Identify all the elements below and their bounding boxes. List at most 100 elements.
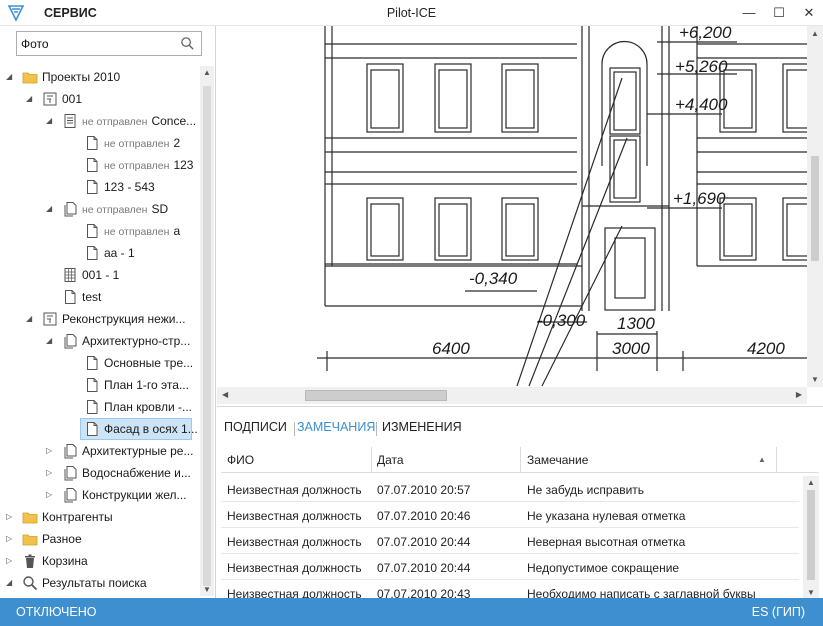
tree-item[interactable]: ◢ Результаты поиска xyxy=(0,572,200,594)
tree-item[interactable]: План кровли -... xyxy=(0,396,200,418)
tab-signatures[interactable]: ПОДПИСИ xyxy=(224,420,287,434)
column-divider[interactable] xyxy=(776,447,777,473)
collapse-arrow-icon[interactable]: ◢ xyxy=(26,94,36,104)
tree-item[interactable]: 001 - 1 xyxy=(0,264,200,286)
tree-item-label: 001 xyxy=(62,92,82,106)
table-row[interactable]: Неизвестная должность 07.07.2010 20:44 Нед… xyxy=(221,554,799,580)
scroll-up-icon[interactable]: ▲ xyxy=(200,68,214,77)
search-input[interactable] xyxy=(21,35,171,53)
tab-changes[interactable]: ИЗМЕНЕНИЯ xyxy=(382,420,462,434)
document-icon xyxy=(87,246,98,260)
project-tree: ◢ Проекты 2010 ◢ 001 ◢ не отправлен Conce... не… xyxy=(0,66,200,596)
tree-item[interactable]: ▷ Архитектурные ре... xyxy=(0,440,200,462)
tab-remarks[interactable]: ЗАМЕЧАНИЯ xyxy=(297,420,375,434)
scroll-down-icon[interactable]: ▼ xyxy=(807,375,823,384)
cell-remark: Не забудь исправить xyxy=(527,483,645,497)
project-icon xyxy=(43,312,57,326)
scrollbar-thumb[interactable] xyxy=(305,390,447,401)
cell-name: Неизвестная должность xyxy=(227,535,362,549)
tree-item[interactable]: ◢ не отправлен SD xyxy=(0,198,200,220)
search-icon[interactable] xyxy=(180,36,195,51)
tree-item-label: Основные тре... xyxy=(104,356,193,370)
collapse-arrow-icon[interactable]: ◢ xyxy=(6,578,16,588)
scroll-down-icon[interactable]: ▼ xyxy=(803,588,819,597)
tree-item-label: не отправлен 2 xyxy=(104,136,180,150)
send-status: не отправлен xyxy=(104,160,170,172)
scrollbar-thumb[interactable] xyxy=(203,86,211,586)
tree-item[interactable]: Основные тре... xyxy=(0,352,200,374)
document-stack-icon xyxy=(64,202,77,217)
tree-item[interactable]: ◢ Архитектурно-стр... xyxy=(0,330,200,352)
close-button[interactable]: ✕ xyxy=(794,0,823,26)
tree-item[interactable]: ▷ Разное xyxy=(0,528,200,550)
expand-arrow-icon[interactable]: ▷ xyxy=(46,490,56,500)
expand-arrow-icon[interactable]: ▷ xyxy=(6,512,16,522)
send-status: не отправлен xyxy=(82,204,148,216)
tree-item[interactable]: ▷ Корзина xyxy=(0,550,200,572)
tree-item[interactable]: ▷ Водоснабжение и... xyxy=(0,462,200,484)
details-panel: ПОДПИСИ ЗАМЕЧАНИЯ ИЗМЕНЕНИЯ ФИО Дата Зам… xyxy=(217,406,823,606)
column-header-date[interactable]: Дата xyxy=(377,453,404,467)
expand-arrow-icon[interactable]: ▷ xyxy=(46,468,56,478)
expand-arrow-icon[interactable]: ▷ xyxy=(6,556,16,566)
tree-item[interactable]: не отправлен 2 xyxy=(0,132,200,154)
sort-ascending-icon[interactable]: ▲ xyxy=(758,455,766,464)
viewer-vertical-scrollbar[interactable]: ▲ ▼ xyxy=(807,26,823,387)
column-divider[interactable] xyxy=(371,447,372,473)
column-header-name[interactable]: ФИО xyxy=(227,453,254,467)
tree-item[interactable]: Фасад в осях 1... xyxy=(0,418,200,440)
cell-remark: Не указана нулевая отметка xyxy=(527,509,686,523)
tree-item-text: 001 xyxy=(62,92,83,106)
expand-arrow-icon[interactable]: ▷ xyxy=(6,534,16,544)
tree-item[interactable]: 123 - 543 xyxy=(0,176,200,198)
tree-item-text: Разное xyxy=(42,532,82,546)
scroll-right-icon[interactable]: ▶ xyxy=(796,390,802,399)
scroll-up-icon[interactable]: ▲ xyxy=(807,29,823,38)
tree-item-text: Корзина xyxy=(42,554,88,568)
viewer-horizontal-scrollbar[interactable]: ◀ ▶ xyxy=(217,387,807,404)
scroll-left-icon[interactable]: ◀ xyxy=(222,390,228,399)
scroll-down-icon[interactable]: ▼ xyxy=(200,585,214,594)
tree-item[interactable]: test xyxy=(0,286,200,308)
collapse-arrow-icon[interactable]: ◢ xyxy=(46,204,56,214)
user-role[interactable]: ES (ГИП) xyxy=(752,605,805,619)
tree-item-label: не отправлен SD xyxy=(82,202,168,216)
tree-item[interactable]: аа - 1 xyxy=(0,242,200,264)
tree-item-text: План кровли -... xyxy=(104,400,192,414)
scroll-up-icon[interactable]: ▲ xyxy=(803,478,819,487)
cell-name: Неизвестная должность xyxy=(227,483,362,497)
tree-item-label: Архитектурно-стр... xyxy=(82,334,190,348)
collapse-arrow-icon[interactable]: ◢ xyxy=(46,116,56,126)
minimize-button[interactable]: — xyxy=(734,0,764,26)
tree-item[interactable]: ◢ Проекты 2010 xyxy=(0,66,200,88)
collapse-arrow-icon[interactable]: ◢ xyxy=(26,314,36,324)
navigation-pane: ◢Проекты 2010◢001◢не отправленConce...не… xyxy=(0,26,216,598)
tree-item[interactable]: План 1-го эта... xyxy=(0,374,200,396)
column-header-remark[interactable]: Замечание xyxy=(527,453,588,467)
scrollbar-thumb[interactable] xyxy=(807,490,815,580)
tree-item[interactable]: не отправлен a xyxy=(0,220,200,242)
tree-item[interactable]: не отправлен 123 xyxy=(0,154,200,176)
dimension-label: 4200 xyxy=(747,339,785,358)
status-bar: ОТКЛЮЧЕНО ES (ГИП) xyxy=(0,598,823,626)
expand-arrow-icon[interactable]: ▷ xyxy=(46,446,56,456)
maximize-button[interactable]: ☐ xyxy=(764,0,794,26)
cell-date: 07.07.2010 20:44 xyxy=(377,561,471,575)
collapse-arrow-icon[interactable]: ◢ xyxy=(6,72,16,82)
tree-item[interactable]: ◢ не отправлен Conce... xyxy=(0,110,200,132)
tree-scrollbar[interactable]: ▲ ▼ xyxy=(200,66,214,596)
tree-item[interactable]: ◢ Реконструкция нежи... xyxy=(0,308,200,330)
column-divider[interactable] xyxy=(520,447,521,473)
cell-remark: Недопустимое сокращение xyxy=(527,561,680,575)
tree-item-text: аа - 1 xyxy=(104,246,135,260)
table-scrollbar[interactable]: ▲ ▼ xyxy=(803,476,819,599)
table-row[interactable]: Неизвестная должность 07.07.2010 20:46 Не … xyxy=(221,502,799,528)
table-row[interactable]: Неизвестная должность 07.07.2010 20:44 Нев… xyxy=(221,528,799,554)
collapse-arrow-icon[interactable]: ◢ xyxy=(46,336,56,346)
table-row[interactable]: Неизвестная должность 07.07.2010 20:57 Не … xyxy=(221,476,799,502)
tree-item[interactable]: ◢ 001 xyxy=(0,88,200,110)
tree-item[interactable]: ▷ Конструкции жел... xyxy=(0,484,200,506)
drawing-viewer[interactable]: +6,200 +5,260 +4,400 +1,690 -0,340 -0,30… xyxy=(217,26,823,406)
tree-item[interactable]: ▷ Контрагенты xyxy=(0,506,200,528)
scrollbar-thumb[interactable] xyxy=(811,156,819,261)
